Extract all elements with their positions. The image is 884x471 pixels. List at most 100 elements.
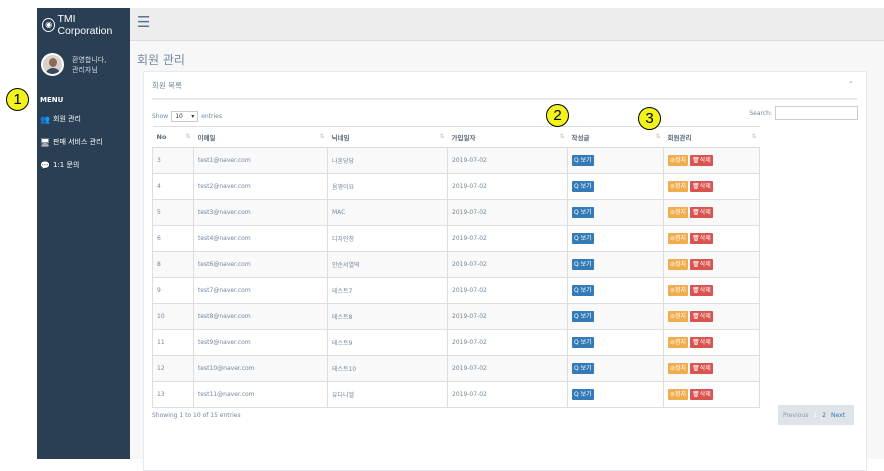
col-join-date[interactable]: 가입일자 ⇅: [447, 126, 568, 148]
suspend-button[interactable]: ⊘정지: [668, 363, 689, 374]
cell-no: 5: [152, 199, 194, 226]
sidebar-item-inquiry[interactable]: 💬 1:1 문의: [37, 157, 130, 173]
cell-nickname: 디자인청: [327, 225, 448, 252]
table-row: 8 test6@naver.com 안순서열떡 2019-07-02 Q 보기 ⊘정지 🗑삭…: [152, 251, 760, 278]
sidebar-item-label: 판매 서비스 관리: [53, 138, 103, 146]
cell-nickname: 테스트9: [327, 329, 448, 356]
view-button[interactable]: Q 보기: [572, 285, 594, 296]
table-row: 13 test11@naver.com 유다니엘 2019-07-02 Q 보기 ⊘정지 🗑…: [152, 381, 760, 408]
delete-button[interactable]: 🗑삭제: [690, 363, 713, 374]
table-row: 3 test1@naver.com 나혼당당 2019-07-02 Q 보기 ⊘정지 🗑삭제: [152, 147, 760, 174]
view-button[interactable]: Q 보기: [572, 389, 594, 400]
view-button[interactable]: Q 보기: [572, 207, 594, 218]
cell-posts: Q 보기: [567, 277, 664, 304]
brand-name: TMI Corporation: [57, 12, 113, 37]
cell-join-date: 2019-07-02: [447, 329, 568, 356]
page-title: 회원 관리: [137, 53, 185, 67]
sort-icon: ⇅: [185, 133, 191, 140]
sort-icon: ⇅: [559, 133, 565, 140]
suspend-button[interactable]: ⊘정지: [668, 207, 689, 218]
delete-button[interactable]: 🗑삭제: [690, 259, 713, 270]
delete-button[interactable]: 🗑삭제: [690, 337, 713, 348]
col-nickname[interactable]: 닉네임 ⇅: [327, 126, 448, 148]
cell-join-date: 2019-07-02: [447, 303, 568, 330]
suspend-button[interactable]: ⊘정지: [668, 233, 689, 244]
cell-manage: ⊘정지 🗑삭제: [663, 381, 760, 408]
search-input[interactable]: [775, 106, 858, 120]
table-header-row: No ⇅ 이메일 ⇅ 닉네임 ⇅ 가입일자 ⇅ 작성글 ⇅ 회원관리 ⇅: [152, 126, 760, 148]
col-email[interactable]: 이메일 ⇅: [193, 126, 328, 148]
page-2-button[interactable]: 2: [822, 412, 826, 419]
cell-nickname: 음영이요: [327, 173, 448, 200]
cell-posts: Q 보기: [567, 251, 664, 278]
cell-posts: Q 보기: [567, 329, 664, 356]
cell-no: 9: [152, 277, 194, 304]
brand[interactable]: ◉ TMI Corporation: [37, 8, 130, 41]
cell-email: test7@naver.com: [193, 277, 328, 304]
cell-posts: Q 보기: [567, 147, 664, 174]
cell-manage: ⊘정지 🗑삭제: [663, 329, 760, 356]
annotation-marker-1: 1: [6, 88, 29, 111]
greeting: 환영합니다,: [72, 55, 107, 64]
cell-posts: Q 보기: [567, 381, 664, 408]
suspend-button[interactable]: ⊘정지: [668, 259, 689, 270]
delete-button[interactable]: 🗑삭제: [690, 389, 713, 400]
suspend-button[interactable]: ⊘정지: [668, 311, 689, 322]
delete-button[interactable]: 🗑삭제: [690, 233, 713, 244]
suspend-button[interactable]: ⊘정지: [668, 389, 689, 400]
suspend-button[interactable]: ⊘정지: [668, 181, 689, 192]
member-table-body: 3 test1@naver.com 나혼당당 2019-07-02 Q 보기 ⊘정지 🗑삭제…: [152, 147, 760, 408]
delete-button[interactable]: 🗑삭제: [690, 207, 713, 218]
member-table: No ⇅ 이메일 ⇅ 닉네임 ⇅ 가입일자 ⇅ 작성글 ⇅ 회원관리 ⇅ 3 test1@na…: [152, 126, 760, 408]
chevron-up-icon[interactable]: ⌃: [847, 80, 854, 89]
cell-join-date: 2019-07-02: [447, 147, 568, 174]
table-row: 4 test2@naver.com 음영이요 2019-07-02 Q 보기 ⊘정지 🗑삭제: [152, 173, 760, 200]
col-no[interactable]: No ⇅: [152, 126, 194, 148]
cell-posts: Q 보기: [567, 225, 664, 252]
delete-button[interactable]: 🗑삭제: [690, 181, 713, 192]
col-manage[interactable]: 회원관리 ⇅: [663, 126, 760, 148]
view-button[interactable]: Q 보기: [572, 363, 594, 374]
cell-manage: ⊘정지 🗑삭제: [663, 277, 760, 304]
cell-posts: Q 보기: [567, 355, 664, 382]
cell-email: test8@naver.com: [193, 303, 328, 330]
view-button[interactable]: Q 보기: [572, 337, 594, 348]
cell-nickname: 안순서열떡: [327, 251, 448, 278]
cell-no: 4: [152, 173, 194, 200]
comment-icon: 💬: [40, 160, 50, 170]
show-label: Show: [152, 113, 169, 120]
page-1-button[interactable]: 1: [813, 412, 817, 419]
cell-posts: Q 보기: [567, 303, 664, 330]
sidebar-item-members[interactable]: 👥 회원 관리: [37, 111, 130, 127]
view-button[interactable]: Q 보기: [572, 259, 594, 270]
previous-button[interactable]: Previous: [783, 412, 808, 419]
table-row: 9 test7@naver.com 테스트7 2019-07-02 Q 보기 ⊘정지 🗑삭제: [152, 277, 760, 304]
next-button[interactable]: Next: [831, 412, 845, 419]
view-button[interactable]: Q 보기: [572, 311, 594, 322]
delete-button[interactable]: 🗑삭제: [690, 285, 713, 296]
cell-email: test3@naver.com: [193, 199, 328, 226]
cell-join-date: 2019-07-02: [447, 381, 568, 408]
delete-button[interactable]: 🗑삭제: [690, 155, 713, 166]
users-icon: 👥: [40, 114, 50, 124]
search-control: Search:: [749, 106, 858, 120]
view-button[interactable]: Q 보기: [572, 155, 594, 166]
view-button[interactable]: Q 보기: [572, 181, 594, 192]
suspend-button[interactable]: ⊘정지: [668, 155, 689, 166]
sort-icon: ⇅: [439, 133, 445, 140]
delete-button[interactable]: 🗑삭제: [690, 311, 713, 322]
view-button[interactable]: Q 보기: [572, 233, 594, 244]
menu-toggle-icon[interactable]: ☰: [137, 15, 150, 30]
entries-select[interactable]: 10 ▾: [171, 111, 199, 122]
welcome-text: 환영합니다, 관리자님: [72, 55, 106, 75]
entries-control: Show 10 ▾ entries: [152, 111, 222, 122]
suspend-button[interactable]: ⊘정지: [668, 285, 689, 296]
cell-manage: ⊘정지 🗑삭제: [663, 147, 760, 174]
cell-manage: ⊘정지 🗑삭제: [663, 173, 760, 200]
sidebar-item-sales[interactable]: 🖥 판매 서비스 관리: [37, 134, 130, 150]
suspend-button[interactable]: ⊘정지: [668, 337, 689, 348]
main-content: 회원 관리 회원 목록 ⌃ Show 10 ▾ entries Search: …: [130, 41, 884, 471]
cell-nickname: 테스트10: [327, 355, 448, 382]
cell-no: 6: [152, 225, 194, 252]
cell-join-date: 2019-07-02: [447, 251, 568, 278]
